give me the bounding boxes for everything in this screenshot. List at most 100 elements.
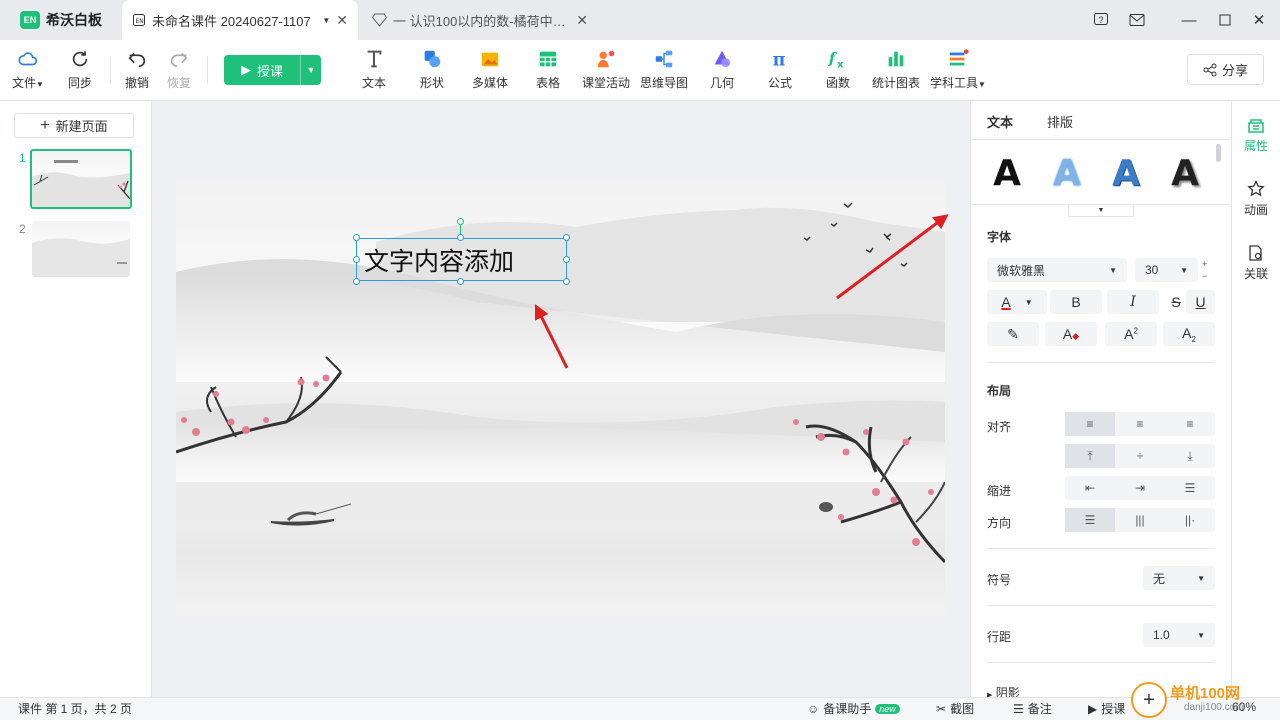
media-tool-icon [481,52,499,67]
tool-label: 几何 [709,76,734,90]
tool-media-button[interactable]: 多媒体 [462,48,518,94]
align-middle-icon[interactable]: ÷ [1115,444,1165,468]
font-size-select[interactable]: 30 ▼ [1135,258,1198,282]
tool-shape-button[interactable]: 形状 [404,48,460,94]
sidebar-item-link[interactable]: 关联 [1233,244,1279,282]
teach-main[interactable]: ▶ 授课 [224,55,301,85]
indent-icon[interactable]: ⇥ [1115,476,1165,500]
minimize-icon[interactable]: — [1176,8,1202,32]
file-label: 文件 [12,76,37,90]
tab-dropdown-icon[interactable]: ▼ [322,16,330,25]
tool-label: 学科工具 [930,76,979,90]
outdent-icon[interactable]: ⇤ [1065,476,1115,500]
teach-dropdown-icon[interactable]: ▼ [301,65,321,75]
notes-button[interactable]: ☰ 备注 [1013,700,1052,717]
align-label: 对齐 [987,420,1012,434]
tool-subject-button[interactable]: 学科工具▼ [928,48,988,94]
horizontal-text-icon[interactable]: ☰ [1065,508,1115,532]
sync-button[interactable]: 同步 [52,48,108,94]
tool-geometry-button[interactable]: 几何 [694,48,750,94]
font-color-button[interactable]: A ▼ [987,290,1047,314]
tab-label: 一 认识100以内的数-橘荷中心... [393,13,571,29]
vertical-rtl-text-icon[interactable]: ||· [1165,508,1215,532]
file-menu-button[interactable]: 文件▼ [0,48,56,94]
text-style-plain[interactable]: A [982,150,1032,196]
tool-text-button[interactable]: 文本 [346,48,402,94]
resize-handle-e[interactable] [563,256,570,263]
notes-label: 备注 [1027,702,1052,716]
mail-icon[interactable] [1124,8,1150,32]
linespacing-select[interactable]: 1.0 ▼ [1143,623,1215,647]
align-top-icon[interactable]: ⤒ [1065,444,1115,468]
tab-current-courseware[interactable]: EN 未命名课件 20240627-1107 ▼ ✕ [122,0,358,40]
page-number: 1 [19,151,26,165]
tool-chart-button[interactable]: 统计图表 [868,48,924,94]
tool-formula-button[interactable]: π 公式 [752,48,808,94]
list-icon[interactable]: ☰ [1165,476,1215,500]
new-page-button[interactable]: + 新建页面 [14,113,134,138]
align-bottom-icon[interactable]: ⤓ [1165,444,1215,468]
resize-handle-nw[interactable] [353,234,360,241]
redo-button[interactable]: 恢复 [151,48,207,94]
tool-activity-button[interactable]: 课堂活动 [578,48,634,94]
tab-close-icon[interactable]: ✕ [336,12,348,29]
page-thumbnail-1[interactable] [30,149,132,209]
underline-button[interactable]: U [1186,290,1215,314]
superscript-button[interactable]: A2 [1105,322,1157,346]
align-right-icon[interactable]: ≡ [1165,412,1215,436]
resize-handle-n[interactable] [457,234,464,241]
resize-handle-se[interactable] [563,278,570,285]
maximize-icon[interactable] [1212,8,1238,32]
resize-handle-s[interactable] [457,278,464,285]
table-tool-icon [539,51,557,67]
text-style-shadow[interactable]: A [1160,150,1210,196]
selected-textbox[interactable]: 文字内容添加 [356,238,567,281]
vertical-text-icon[interactable]: ||| [1115,508,1165,532]
font-family-select[interactable]: 微软雅黑 ▼ [987,258,1127,282]
bar-chart-icon [888,51,904,67]
resize-handle-ne[interactable] [563,234,570,241]
prep-assistant-button[interactable]: ☺ 备课助手 new [807,700,900,717]
font-size-stepper[interactable]: + − [1202,258,1207,282]
tab-typesetting[interactable]: 排版 [1047,112,1073,131]
share-button[interactable]: 分享 [1187,54,1264,85]
page-thumbnail-2[interactable] [32,221,130,277]
bold-icon: B [1071,294,1081,310]
format-painter-button[interactable]: ✎ [987,322,1039,346]
tab-other-courseware[interactable]: 一 认识100以内的数-橘荷中心... ✕ [362,0,598,40]
sidebar-label: 属性 [1243,139,1268,153]
subscript-button[interactable]: A2 [1163,322,1215,346]
symbol-select[interactable]: 无 ▼ [1143,566,1215,590]
resize-handle-sw[interactable] [353,278,360,285]
scrollbar[interactable] [1216,144,1221,162]
redo-icon [170,52,188,68]
screenshot-label: 截图 [950,702,975,716]
indent-label: 缩进 [987,484,1012,498]
screenshot-button[interactable]: ✂ 截图 [936,700,974,717]
symbol-label: 符号 [987,573,1012,587]
font-color-icon: A [1001,294,1011,310]
bold-button[interactable]: B [1050,290,1102,314]
share-label: 分享 [1221,63,1248,78]
text-style-glow[interactable]: A [1042,150,1092,196]
tool-function-button[interactable]: fx 函数 [810,48,866,94]
teach-status-button[interactable]: ▶ 授课 [1088,700,1125,717]
strikethrough-button[interactable]: S [1164,290,1188,314]
sidebar-item-animation[interactable]: 动画 [1233,180,1279,218]
tab-close-icon[interactable]: ✕ [576,12,588,29]
align-center-icon[interactable]: ≡ [1115,412,1165,436]
clear-format-button[interactable]: A◆ [1045,322,1097,346]
sidebar-item-properties[interactable]: 属性 [1233,116,1279,154]
align-left-icon[interactable]: ≡ [1065,412,1115,436]
tool-mindmap-button[interactable]: 思维导图 [636,48,692,94]
teach-button[interactable]: ▶ 授课 ▼ [224,55,321,85]
feedback-icon[interactable]: ? [1088,8,1114,32]
resize-handle-w[interactable] [353,256,360,263]
text-style-blue[interactable]: A [1101,150,1151,196]
tab-text[interactable]: 文本 [987,112,1013,131]
italic-button[interactable]: I [1107,290,1159,314]
plus-icon: + [40,116,50,134]
tool-table-button[interactable]: 表格 [520,48,576,94]
close-window-icon[interactable]: ✕ [1246,8,1272,32]
expand-styles-icon[interactable]: ▼ [1068,204,1134,217]
